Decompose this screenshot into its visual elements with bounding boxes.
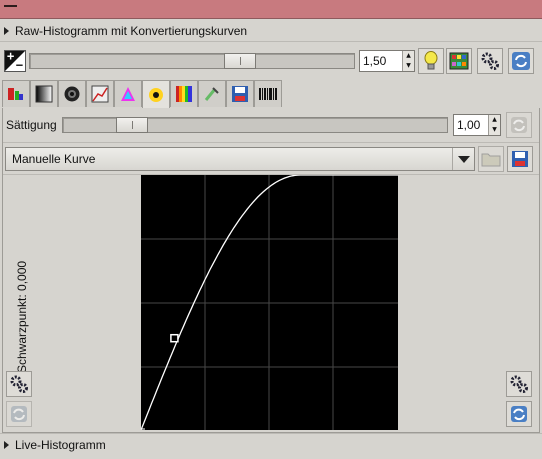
tab-barcode[interactable] [254,80,282,107]
saturation-value[interactable]: 1,00 [454,118,488,132]
tab-save-curve[interactable] [226,80,254,107]
curve-plot[interactable] [140,174,398,431]
window-titlebar[interactable] [0,0,542,19]
color-chart-icon [449,52,469,70]
exposure-spinbox[interactable]: 1,50 ▲ ▼ [359,50,415,72]
tab-lens[interactable] [58,80,86,107]
spin-up-icon[interactable]: ▲ [403,51,414,61]
divider [0,41,542,42]
tab-color-triangle[interactable] [114,80,142,107]
refresh-button[interactable] [508,48,534,74]
curve-mode-dropdown[interactable]: Manuelle Kurve [5,147,475,171]
save-curve-button[interactable] [507,146,533,172]
curve-reset-left-button[interactable] [6,401,32,427]
chevron-down-icon[interactable] [452,148,474,170]
blackpoint-label: Schwarzpunkt: 0,000 [15,260,29,373]
save-curve-icon [232,86,248,102]
gears-icon [510,375,528,393]
refresh-icon [512,52,530,70]
refresh-icon [11,406,27,422]
gears-icon [481,52,499,70]
section-header-live-histogram[interactable]: Live-Histogramm [0,435,542,455]
spectrum-icon [176,86,192,102]
expand-arrow-icon[interactable] [4,441,9,449]
slider-thumb[interactable] [224,53,256,69]
exposure-toggle-icon[interactable]: + − [4,49,26,72]
saturation-reset-button[interactable] [506,112,532,138]
color-chart-button[interactable] [446,48,472,74]
bulb-button[interactable] [418,48,444,74]
exposure-slider[interactable] [29,53,355,69]
save-icon [512,151,528,167]
saturation-label: Sättigung [6,118,57,132]
saturation-slider[interactable] [62,117,448,133]
section-title: Live-Histogramm [15,438,106,452]
barcode-icon [259,88,277,100]
refresh-icon [511,117,527,133]
section-header-raw-histogram[interactable]: Raw-Histogramm mit Konvertierungskurven [0,21,542,41]
gears-icon [10,375,28,393]
histogram-curve-icon [91,85,109,103]
curve-options-left-button[interactable] [6,371,32,397]
curve-mode-value: Manuelle Kurve [12,152,96,166]
tab-histogram-curve[interactable] [86,80,114,107]
divider [0,433,542,434]
section-title: Raw-Histogramm mit Konvertierungskurven [15,24,248,38]
gray-gradient-icon [35,85,53,103]
expand-arrow-icon[interactable] [4,27,9,35]
curve-reset-right-button[interactable] [506,401,532,427]
spin-down-icon[interactable]: ▼ [403,61,414,71]
saturation-spot-icon [149,87,163,102]
brush-icon [204,87,219,101]
spin-down-icon[interactable]: ▼ [489,125,500,135]
drag-handle-icon[interactable] [4,5,17,9]
tab-red-channel[interactable] [2,80,30,107]
gears-button[interactable] [477,48,503,74]
tool-tabs [2,80,282,108]
slider-thumb[interactable] [116,117,148,133]
curve-control-point[interactable] [170,333,179,343]
lens-icon [64,86,80,102]
curve-options-right-button[interactable] [506,371,532,397]
curve-editor[interactable] [140,174,398,431]
red-channel-icon [8,88,23,100]
tab-brush[interactable] [198,80,226,107]
open-curve-button[interactable] [478,146,504,172]
divider [3,142,539,143]
color-triangle-icon [121,87,135,101]
refresh-icon [511,406,527,422]
saturation-spinbox[interactable]: 1,00 ▲ ▼ [453,114,501,136]
tab-saturation-spot[interactable] [142,80,170,108]
exposure-value[interactable]: 1,50 [360,54,402,68]
tab-spectrum[interactable] [170,80,198,107]
folder-icon [481,153,501,167]
bulb-icon [424,51,438,70]
spin-up-icon[interactable]: ▲ [489,115,500,125]
tab-gray-gradient[interactable] [30,80,58,107]
